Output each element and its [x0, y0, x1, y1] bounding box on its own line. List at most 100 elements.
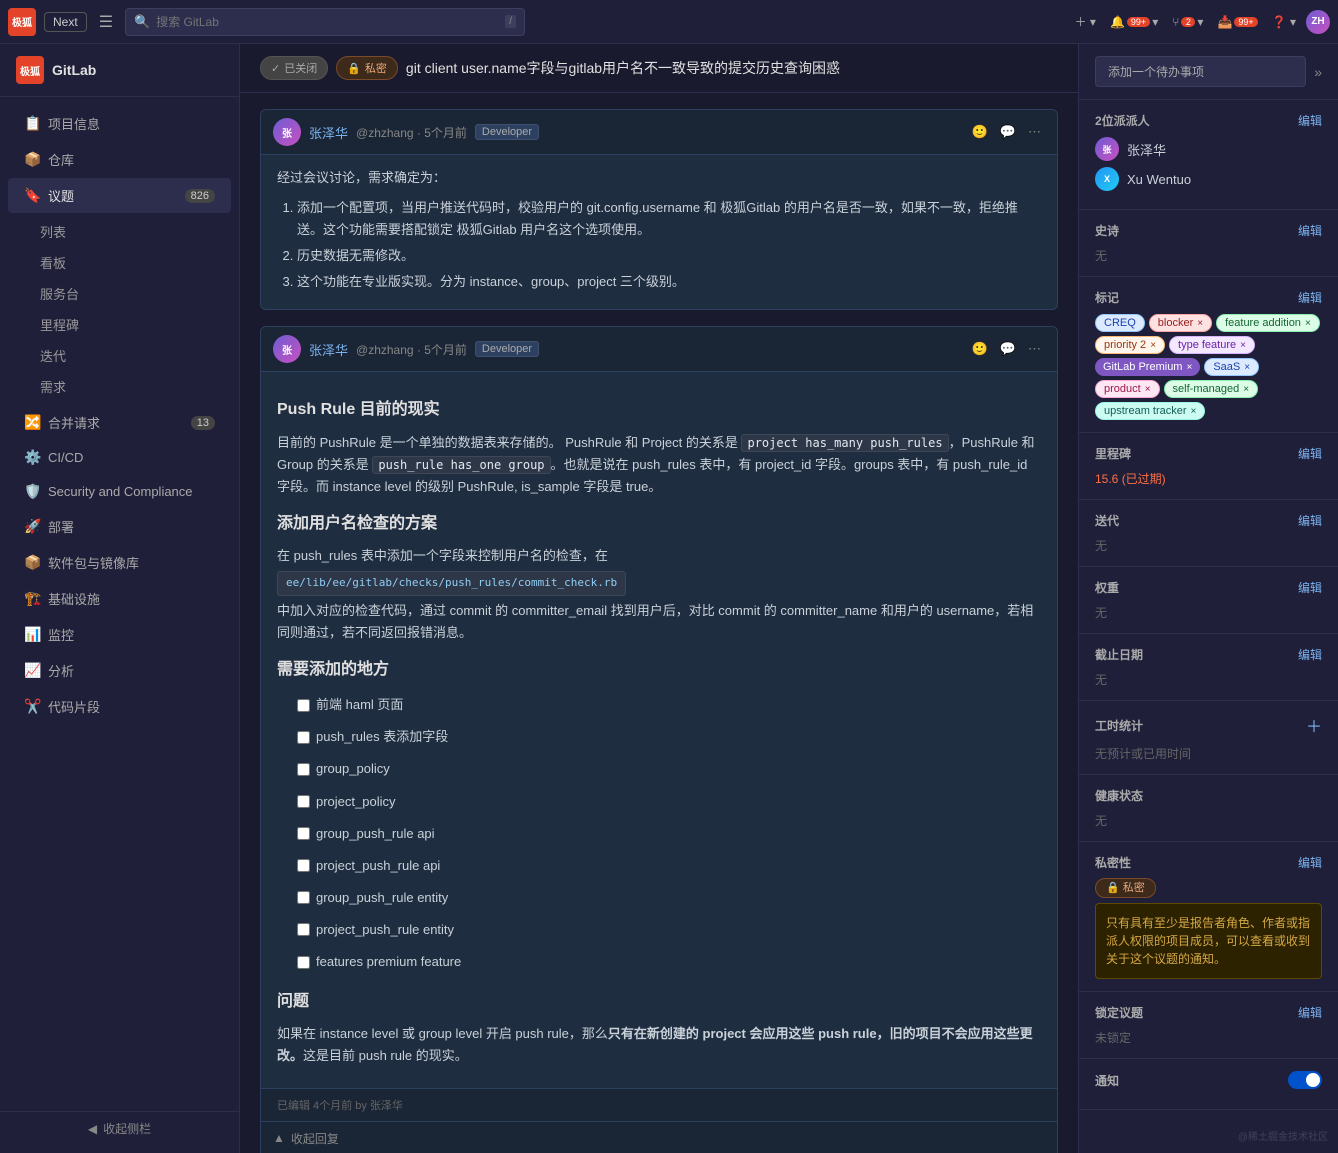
notifications-toggle[interactable] [1288, 1071, 1322, 1089]
label-gitlab-premium[interactable]: GitLab Premium × [1095, 358, 1200, 376]
comment-2: 张 张泽华 @zhzhang · 5个月前 Developer 🙂 💬 ⋯ Pu… [260, 326, 1058, 1153]
weight-edit-button[interactable]: 编辑 [1298, 579, 1322, 596]
label-self-managed[interactable]: self-managed × [1164, 380, 1259, 398]
sidebar-item-packages[interactable]: 📦 软件包与镜像库 [8, 545, 231, 580]
lock-section: 锁定议题 编辑 未锁定 [1079, 992, 1338, 1059]
sidebar-sub-iterations[interactable]: 迭代 [0, 340, 239, 371]
label-x[interactable]: × [1145, 384, 1151, 395]
sidebar-item-cicd-label: CI/CD [48, 450, 215, 465]
sidebar-item-monitor[interactable]: 📊 监控 [8, 617, 231, 652]
sidebar-item-packages-label: 软件包与镜像库 [48, 553, 215, 572]
label-product[interactable]: product × [1095, 380, 1160, 398]
security-icon: 🛡️ [24, 483, 40, 500]
add-button[interactable]: ＋ ▾ [1071, 9, 1100, 34]
more-button-2[interactable]: ⋯ [1024, 339, 1045, 359]
collapse-replies-button[interactable]: ▲ 收起回复 [261, 1121, 1057, 1153]
sidebar-item-merge-requests[interactable]: 🔀 合并请求 13 [8, 405, 231, 440]
sidebar-item-cicd[interactable]: ⚙️ CI/CD [8, 441, 231, 474]
milestone-edit-button[interactable]: 编辑 [1298, 445, 1322, 462]
privacy-header: 私密性 编辑 [1095, 854, 1322, 871]
assignee-1-avatar: 张 [1095, 137, 1119, 161]
sidebar-item-snippets[interactable]: ✂️ 代码片段 [8, 689, 231, 724]
label-priority-2[interactable]: priority 2 × [1095, 336, 1165, 354]
checkbox-5[interactable] [297, 827, 310, 840]
label-upstream-tracker[interactable]: upstream tracker × [1095, 402, 1205, 420]
inbox-button[interactable]: 📥 99+ [1213, 11, 1261, 33]
iteration-edit-button[interactable]: 编辑 [1298, 512, 1322, 529]
sidebar-item-analytics[interactable]: 📈 分析 [8, 653, 231, 688]
comment-button-2[interactable]: 💬 [996, 339, 1020, 359]
checkbox-9[interactable] [297, 956, 310, 969]
assignees-edit-button[interactable]: 编辑 [1298, 112, 1322, 129]
infra-icon: 🏗️ [24, 590, 40, 607]
epic-value: 无 [1095, 249, 1107, 263]
label-x[interactable]: × [1186, 362, 1192, 373]
sidebar-item-deploy[interactable]: 🚀 部署 [8, 509, 231, 544]
label-x[interactable]: × [1244, 362, 1250, 373]
issue-header: ✓ 已关闭 🔒 私密 git client user.name字段与gitlab… [240, 44, 1078, 93]
label-x[interactable]: × [1240, 340, 1246, 351]
lock-edit-button[interactable]: 编辑 [1298, 1004, 1322, 1021]
label-saas[interactable]: SaaS × [1204, 358, 1259, 376]
label-x[interactable]: × [1191, 406, 1197, 417]
sidebar-item-security[interactable]: 🛡️ Security and Compliance [8, 475, 231, 508]
add-todo-button[interactable]: 添加一个待办事项 [1095, 56, 1306, 87]
checkbox-4[interactable] [297, 795, 310, 808]
labels-edit-button[interactable]: 编辑 [1298, 289, 1322, 306]
help-button[interactable]: ❓ ▾ [1268, 11, 1300, 33]
collapse-right-button[interactable]: » [1314, 64, 1322, 80]
sidebar-item-security-label: Security and Compliance [48, 484, 215, 499]
checkbox-3[interactable] [297, 763, 310, 776]
label-creq[interactable]: CREQ [1095, 314, 1145, 332]
assignee-2: X Xu Wentuo [1095, 167, 1322, 191]
label-x[interactable]: × [1150, 340, 1156, 351]
privacy-edit-button[interactable]: 编辑 [1298, 854, 1322, 871]
monitor-icon: 📊 [24, 626, 40, 643]
sidebar-item-project-info[interactable]: 📋 项目信息 [8, 106, 231, 141]
emoji-button-2[interactable]: 🙂 [968, 339, 992, 359]
comment-1-intro: 经过会议讨论，需求确定为： [277, 167, 1041, 189]
sidebar-item-issues[interactable]: 🔖 议题 826 [8, 178, 231, 213]
checkbox-8[interactable] [297, 923, 310, 936]
more-button-1[interactable]: ⋯ [1024, 122, 1045, 142]
search-input[interactable] [156, 15, 499, 29]
label-feature-addition[interactable]: feature addition × [1216, 314, 1320, 332]
sidebar-item-repo[interactable]: 📦 仓库 [8, 142, 231, 177]
watermark: @稀土掘金技术社区 [1238, 1128, 1328, 1143]
sidebar-sub-list[interactable]: 列表 [0, 216, 239, 247]
label-x[interactable]: × [1305, 318, 1311, 329]
due-date-header: 截止日期 编辑 [1095, 646, 1322, 663]
emoji-button-1[interactable]: 🙂 [968, 122, 992, 142]
slash-shortcut: / [505, 15, 516, 28]
comment-2-h3-4: 问题 [277, 988, 1041, 1015]
comment-button-1[interactable]: 💬 [996, 122, 1020, 142]
sidebar-sub-milestones[interactable]: 里程碑 [0, 309, 239, 340]
sidebar-sub-servicedesk[interactable]: 服务台 [0, 278, 239, 309]
due-date-edit-button[interactable]: 编辑 [1298, 646, 1322, 663]
epic-edit-button[interactable]: 编辑 [1298, 222, 1322, 239]
bell-button[interactable]: 🔔 99+ ▾ [1106, 11, 1162, 33]
sidebar-collapse-button[interactable]: ◀ 收起侧栏 [0, 1111, 239, 1145]
time-tracking-add-button[interactable]: ＋ [1306, 713, 1322, 737]
iteration-header: 送代 编辑 [1095, 512, 1322, 529]
collapse-icon: ◀ [88, 1122, 97, 1136]
sidebar-sub-board[interactable]: 看板 [0, 247, 239, 278]
hamburger-icon[interactable]: ☰ [95, 8, 117, 36]
comment-2-h3-2: 添加用户名检查的方案 [277, 510, 1041, 537]
cicd-icon: ⚙️ [24, 449, 40, 466]
label-x[interactable]: × [1243, 384, 1249, 395]
checkbox-1[interactable] [297, 699, 310, 712]
label-blocker[interactable]: blocker × [1149, 314, 1212, 332]
next-button[interactable]: Next [44, 12, 87, 32]
checkbox-7[interactable] [297, 891, 310, 904]
merge-button[interactable]: ⑂ 2 ▾ [1168, 11, 1207, 33]
checkbox-6[interactable] [297, 859, 310, 872]
checkbox-2[interactable] [297, 731, 310, 744]
list-item: project_push_rule api [297, 852, 1041, 880]
sidebar-item-infra[interactable]: 🏗️ 基础设施 [8, 581, 231, 616]
sidebar-sub-requirements[interactable]: 需求 [0, 371, 239, 402]
label-x[interactable]: × [1197, 318, 1203, 329]
user-avatar[interactable]: ZH [1306, 10, 1330, 34]
comment-2-actions: 🙂 💬 ⋯ [968, 339, 1045, 359]
label-type-feature[interactable]: type feature × [1169, 336, 1255, 354]
